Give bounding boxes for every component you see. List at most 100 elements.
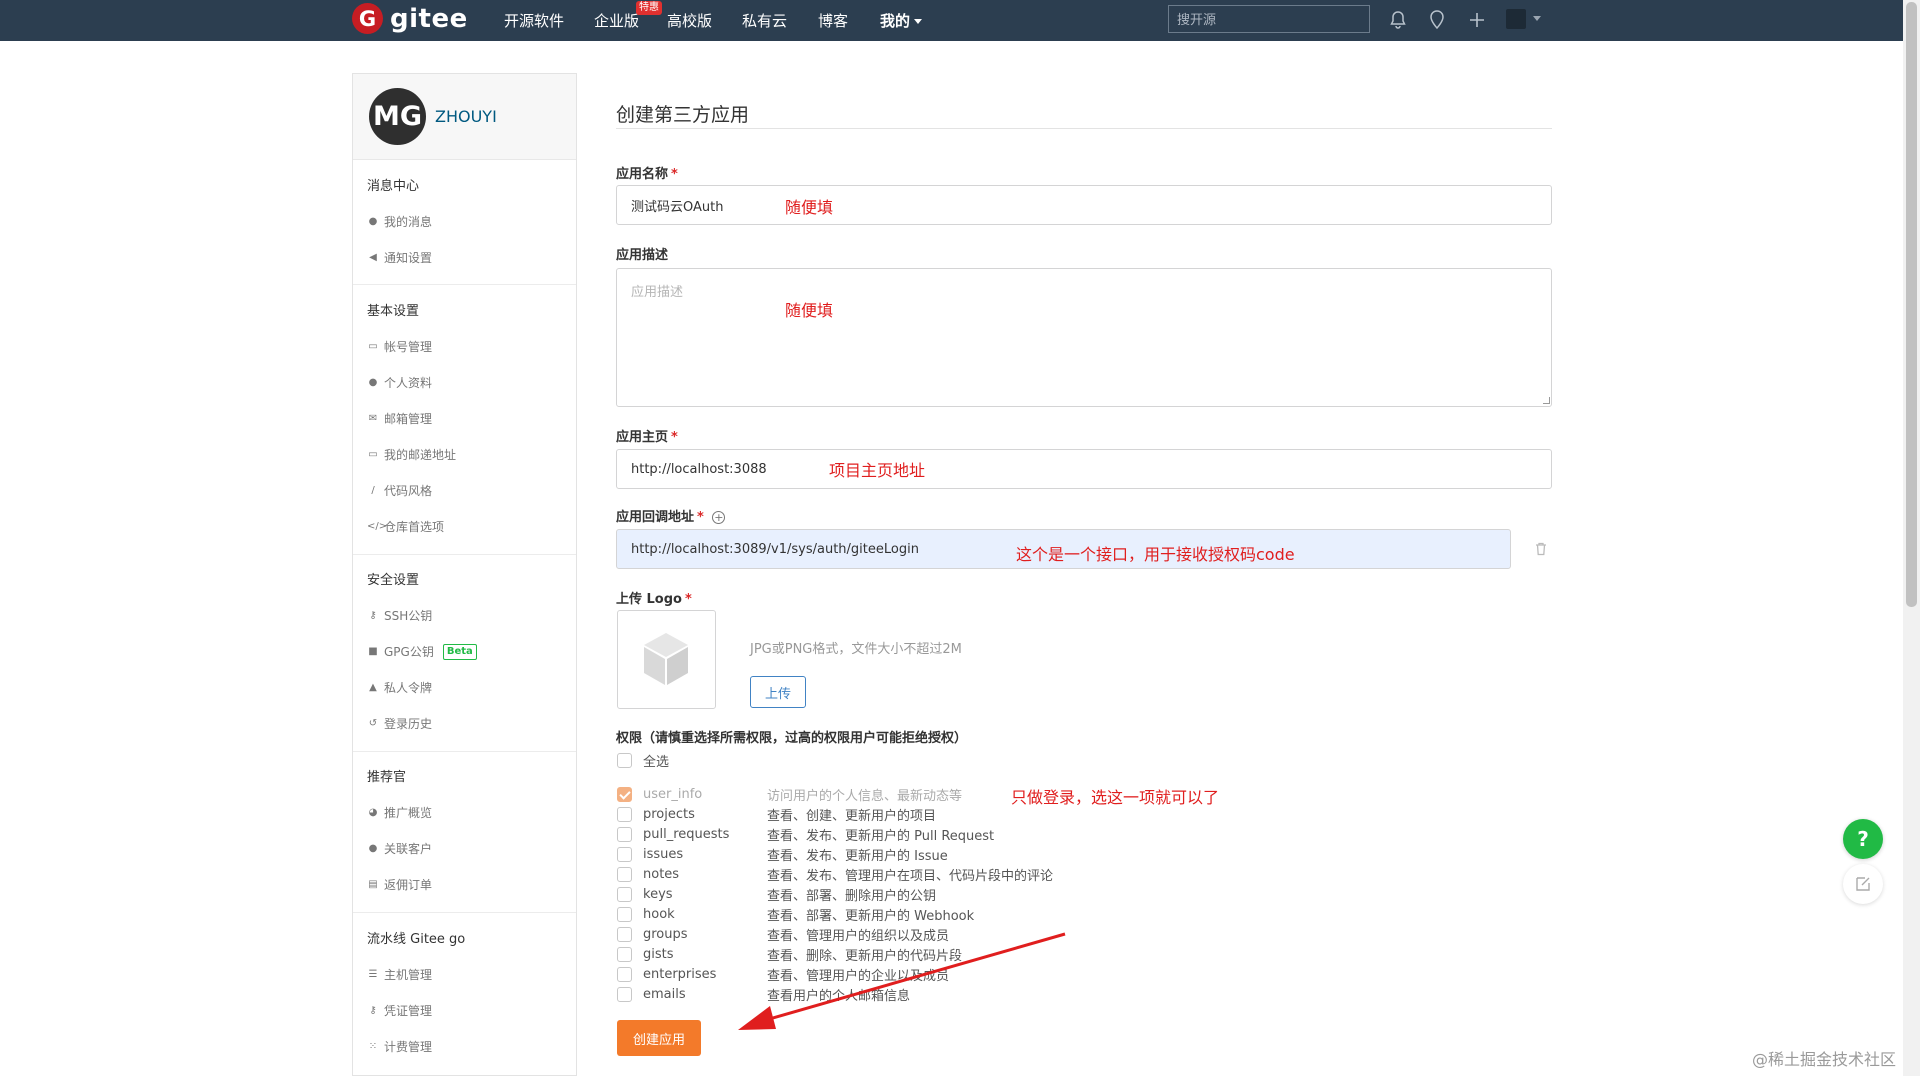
- app-name-input[interactable]: 测试码云OAuth: [616, 185, 1552, 225]
- plus-icon[interactable]: [1465, 8, 1489, 32]
- sidebar-item-credentials[interactable]: ⚷ 凭证管理: [367, 1002, 432, 1019]
- sidebar-item-commission-orders[interactable]: ▤ 返佣订单: [367, 876, 432, 893]
- title-divider: [616, 128, 1552, 129]
- sidebar-item-profile[interactable]: ● 个人资料: [367, 374, 432, 391]
- scope-row-pull-requests[interactable]: pull_requests 查看、发布、更新用户的 Pull Request: [617, 825, 994, 844]
- checkbox[interactable]: [617, 753, 632, 768]
- user-menu-chevron-icon[interactable]: [1533, 16, 1541, 21]
- scope-row-gists[interactable]: gists 查看、删除、更新用户的代码片段: [617, 945, 962, 964]
- scope-name: notes: [643, 867, 680, 882]
- feedback-button[interactable]: [1843, 864, 1883, 904]
- nav-blog[interactable]: 博客: [818, 10, 848, 31]
- scope-row-groups[interactable]: groups 查看、管理用户的组织以及成员: [617, 925, 949, 944]
- lock-icon: ■: [368, 645, 378, 657]
- sidebar-item-billing[interactable]: ⁙ 计费管理: [367, 1038, 432, 1055]
- checkbox[interactable]: [617, 867, 632, 882]
- help-button[interactable]: ?: [1843, 819, 1883, 859]
- upload-button[interactable]: 上传: [750, 676, 806, 708]
- scope-name: emails: [643, 987, 686, 1002]
- checkbox[interactable]: [617, 907, 632, 922]
- nav-enterprise[interactable]: 企业版: [594, 10, 639, 31]
- sidebar-item-linked-customers[interactable]: ● 关联客户: [367, 840, 432, 857]
- sidebar-item-label: GPG公钥: [384, 645, 434, 659]
- scope-row-issues[interactable]: issues 查看、发布、更新用户的 Issue: [617, 845, 948, 864]
- location-pin-icon[interactable]: [1425, 8, 1449, 32]
- beta-badge: Beta: [442, 643, 477, 660]
- checkbox[interactable]: [617, 987, 632, 1002]
- sidebar-item-address[interactable]: ▭ 我的邮递地址: [367, 446, 456, 463]
- scope-row-hook[interactable]: hook 查看、部署、更新用户的 Webhook: [617, 905, 974, 924]
- sidebar-item-promo-overview[interactable]: ◕ 推广概览: [367, 804, 432, 821]
- sidebar-item-my-messages[interactable]: ● 我的消息: [367, 213, 432, 230]
- app-desc-textarea[interactable]: 应用描述: [616, 268, 1552, 407]
- app-home-value: http://localhost:3088: [631, 461, 767, 477]
- history-icon: ↺: [368, 717, 378, 729]
- add-callback-icon[interactable]: +: [712, 511, 726, 524]
- select-all-label: 全选: [643, 755, 670, 770]
- nav-mine-dropdown[interactable]: 我的: [880, 10, 923, 31]
- annotation-callback: 这个是一个接口，用于接收授权码code: [1016, 545, 1295, 564]
- checkbox[interactable]: [617, 787, 632, 802]
- sidebar-item-tokens[interactable]: ▲ 私人令牌: [367, 679, 432, 696]
- sidebar-item-account[interactable]: ▭ 帐号管理: [367, 338, 432, 355]
- checkbox[interactable]: [617, 887, 632, 902]
- scope-row-user-info[interactable]: user_info 访问用户的个人信息、最新动态等: [617, 785, 962, 804]
- sidebar-item-label: 关联客户: [384, 842, 433, 856]
- scrollbar-thumb[interactable]: [1906, 2, 1917, 607]
- annotation-scope: 只做登录，选这一项就可以了: [1011, 788, 1220, 807]
- gitee-logo-icon: G: [352, 3, 383, 34]
- required-mark: *: [697, 510, 704, 525]
- scope-row-projects[interactable]: projects 查看、创建、更新用户的项目: [617, 805, 936, 824]
- app-home-input[interactable]: http://localhost:3088: [616, 449, 1552, 489]
- sidebar-item-label: SSH公钥: [384, 609, 433, 623]
- scope-name: projects: [643, 807, 695, 822]
- resize-handle-icon[interactable]: [1543, 397, 1550, 404]
- sidebar-item-label: 私人令牌: [384, 681, 433, 695]
- search-input[interactable]: [1168, 5, 1370, 33]
- annotation-name: 随便填: [785, 198, 834, 217]
- logo-preview[interactable]: [617, 610, 716, 709]
- section-title-messages: 消息中心: [367, 179, 420, 194]
- select-all-checkbox[interactable]: 全选: [617, 751, 669, 770]
- scope-row-emails[interactable]: emails 查看用户的个人邮箱信息: [617, 985, 910, 1004]
- trash-icon[interactable]: [1533, 541, 1549, 557]
- sidebar-item-code-style[interactable]: / 代码风格: [367, 482, 432, 499]
- nav-private-cloud[interactable]: 私有云: [742, 10, 787, 31]
- scope-desc: 查看、发布、更新用户的 Issue: [767, 849, 948, 864]
- code-icon: </>: [367, 520, 388, 532]
- sidebar-item-hosts[interactable]: ☰ 主机管理: [367, 966, 433, 983]
- divider: [353, 554, 576, 555]
- avatar[interactable]: MG: [369, 88, 426, 145]
- page-scrollbar[interactable]: [1903, 0, 1920, 1076]
- nav-open-source[interactable]: 开源软件: [504, 10, 564, 31]
- key-icon: ⚷: [369, 1004, 377, 1016]
- scope-desc: 查看、发布、管理用户在项目、代码片段中的评论: [767, 869, 1054, 884]
- checkbox[interactable]: [617, 847, 632, 862]
- checkbox[interactable]: [617, 807, 632, 822]
- gitee-logo[interactable]: G gitee: [352, 3, 468, 34]
- checkbox[interactable]: [617, 927, 632, 942]
- user-avatar-small[interactable]: [1506, 9, 1526, 29]
- sidebar-item-notify-settings[interactable]: ◀ 通知设置: [367, 249, 432, 266]
- sidebar-item-emails[interactable]: ✉ 邮箱管理: [367, 410, 432, 427]
- scope-name: hook: [643, 907, 675, 922]
- checkbox[interactable]: [617, 947, 632, 962]
- bell-icon[interactable]: [1386, 8, 1410, 32]
- chevron-down-icon: [914, 19, 923, 24]
- sidebar-item-ssh[interactable]: ⚷ SSH公钥: [367, 607, 432, 624]
- create-app-button[interactable]: 创建应用: [617, 1020, 701, 1056]
- scope-row-enterprises[interactable]: enterprises 查看、管理用户的企业以及成员: [617, 965, 949, 984]
- page-title: 创建第三方应用: [616, 104, 750, 126]
- scope-row-notes[interactable]: notes 查看、发布、管理用户在项目、代码片段中的评论: [617, 865, 1053, 884]
- checkbox[interactable]: [617, 967, 632, 982]
- sidebar-item-repo-prefs[interactable]: </> 仓库首选项: [367, 518, 444, 535]
- sidebar-item-login-history[interactable]: ↺ 登录历史: [367, 715, 432, 732]
- username-link[interactable]: ZHOUYI: [435, 107, 497, 126]
- sidebar-item-gpg[interactable]: ■ GPG公钥 Beta: [367, 643, 477, 660]
- divider: [353, 751, 576, 752]
- checkbox[interactable]: [617, 827, 632, 842]
- nav-education[interactable]: 高校版: [667, 10, 712, 31]
- settings-sidebar: MG ZHOUYI 消息中心 ● 我的消息 ◀ 通知设置 基本设置 ▭ 帐号管理…: [352, 73, 577, 1076]
- scope-row-keys[interactable]: keys 查看、部署、删除用户的公钥: [617, 885, 936, 904]
- address-card-icon: ▭: [368, 448, 378, 460]
